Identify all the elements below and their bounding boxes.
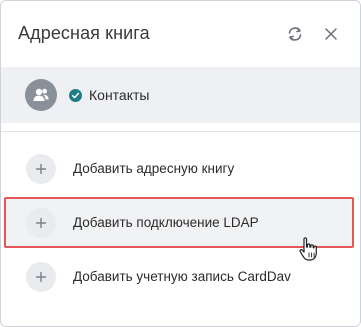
action-label: Добавить адресную книгу bbox=[73, 161, 235, 176]
plus-icon bbox=[26, 208, 56, 238]
address-book-panel: Адресная книга Контакты Добавить адресну… bbox=[0, 0, 361, 327]
account-label: Контакты bbox=[89, 87, 150, 103]
refresh-icon[interactable] bbox=[286, 25, 304, 43]
plus-icon bbox=[26, 154, 56, 184]
panel-header: Адресная книга bbox=[1, 1, 360, 67]
account-row-contacts[interactable]: Контакты bbox=[1, 67, 360, 123]
action-label: Добавить подключение LDAP bbox=[73, 215, 259, 230]
check-circle-icon bbox=[69, 89, 82, 102]
contacts-group-icon bbox=[25, 79, 57, 111]
plus-icon bbox=[26, 262, 56, 292]
panel-title: Адресная книга bbox=[18, 23, 150, 43]
action-label: Добавить учетную запись CardDav bbox=[73, 269, 291, 284]
divider bbox=[1, 131, 360, 132]
add-address-book-button[interactable]: Добавить адресную книгу bbox=[1, 145, 360, 193]
hand-cursor-icon bbox=[297, 236, 321, 262]
close-icon[interactable] bbox=[322, 25, 340, 43]
